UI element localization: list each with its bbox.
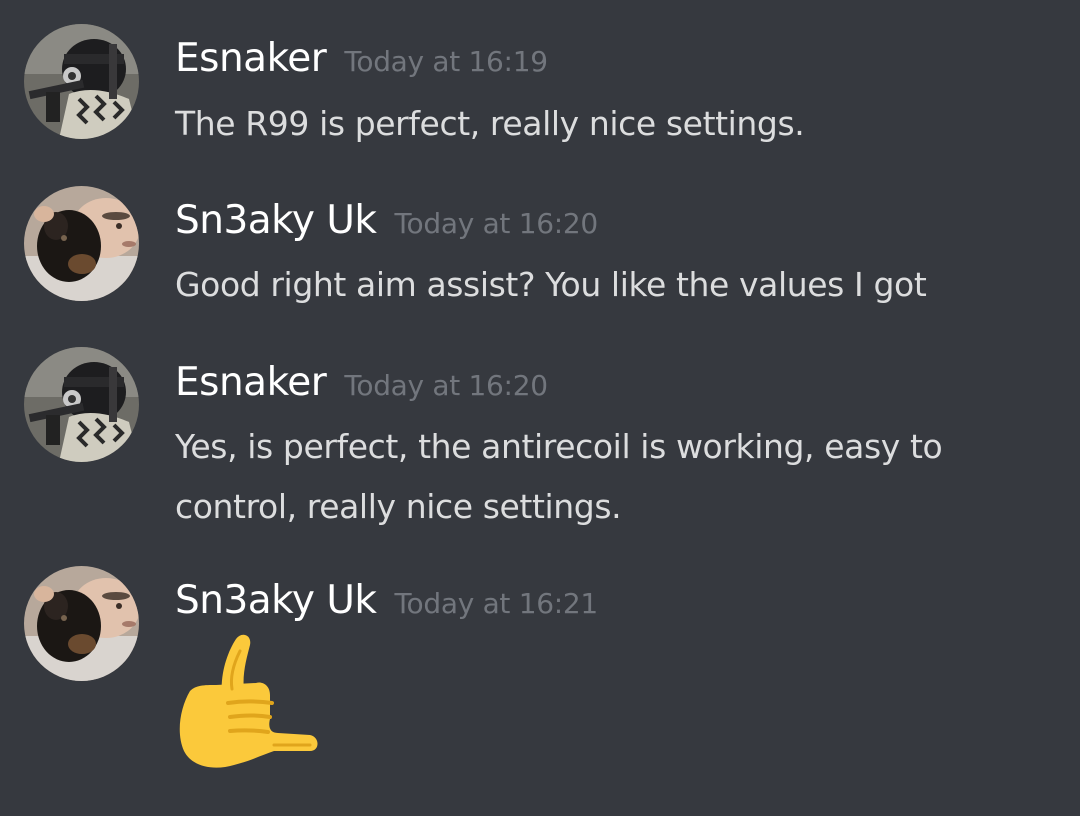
call-me-hand-icon bbox=[179, 634, 318, 768]
message-header: Esnaker Today at 16:20 bbox=[175, 360, 548, 405]
soldier-avatar-icon bbox=[24, 347, 139, 462]
face-with-dog-avatar-icon bbox=[24, 566, 139, 681]
username[interactable]: Esnaker bbox=[175, 36, 327, 81]
message-header: Sn3aky Uk Today at 16:21 bbox=[175, 578, 598, 623]
message-content: Good right aim assist? You like the valu… bbox=[175, 265, 927, 304]
face-with-dog-avatar-icon bbox=[24, 186, 139, 301]
avatar[interactable] bbox=[24, 347, 139, 462]
avatar[interactable] bbox=[24, 186, 139, 301]
timestamp[interactable]: Today at 16:20 bbox=[395, 207, 599, 240]
message-content: The R99 is perfect, really nice settings… bbox=[175, 104, 805, 143]
avatar[interactable] bbox=[24, 566, 139, 681]
avatar[interactable] bbox=[24, 24, 139, 139]
message-header: Esnaker Today at 16:19 bbox=[175, 36, 548, 81]
timestamp[interactable]: Today at 16:21 bbox=[395, 587, 599, 620]
soldier-avatar-icon bbox=[24, 24, 139, 139]
username[interactable]: Esnaker bbox=[175, 360, 327, 405]
chat-message-list: Esnaker Today at 16:19 The R99 is perfect… bbox=[0, 0, 1080, 816]
username[interactable]: Sn3aky Uk bbox=[175, 198, 377, 243]
timestamp[interactable]: Today at 16:19 bbox=[344, 45, 548, 78]
message-header: Sn3aky Uk Today at 16:20 bbox=[175, 198, 598, 243]
username[interactable]: Sn3aky Uk bbox=[175, 578, 377, 623]
timestamp[interactable]: Today at 16:20 bbox=[344, 369, 548, 402]
message-content: Yes, is perfect, the antirecoil is worki… bbox=[175, 427, 943, 526]
call-me-hand-emoji-icon[interactable] bbox=[170, 633, 320, 773]
